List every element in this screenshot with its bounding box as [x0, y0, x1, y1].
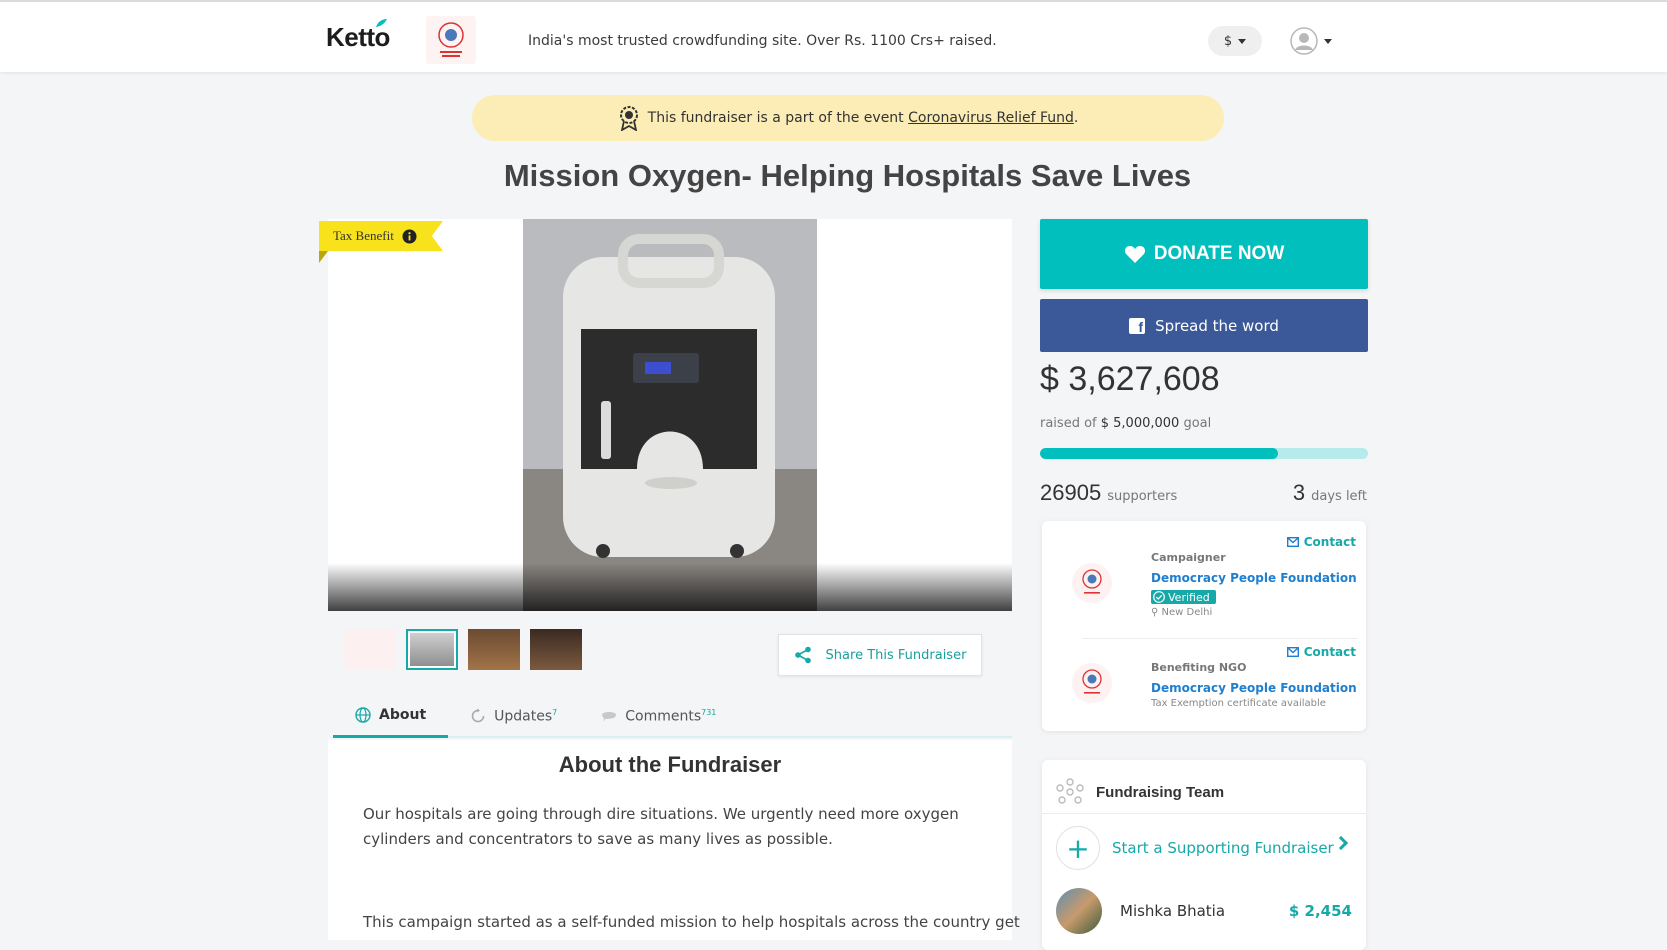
site-tagline: India's most trusted crowdfunding site. …: [528, 33, 997, 49]
about-heading: About the Fundraiser: [558, 752, 782, 777]
share-label: Share This Fundraiser: [825, 647, 967, 663]
campaigner-role: Campaigner: [1151, 551, 1226, 564]
tab-about[interactable]: About: [333, 694, 449, 738]
org-emblem-icon: [1082, 669, 1102, 694]
comment-icon: [602, 712, 617, 722]
user-avatar-icon: [1290, 27, 1318, 55]
mail-icon: [1286, 647, 1299, 657]
verified-badge: Verified: [1151, 590, 1216, 604]
spread-label: Spread the word: [1155, 316, 1279, 335]
media-viewer[interactable]: [328, 219, 1012, 611]
media-gradient: [328, 563, 1012, 611]
chevron-right-icon: [1333, 835, 1349, 851]
donate-label: DONATE NOW: [1153, 243, 1285, 264]
tax-benefit-label: Tax Benefit: [333, 228, 394, 243]
card-divider: [1082, 638, 1358, 639]
ngo-name[interactable]: Democracy People Foundation: [1151, 681, 1357, 695]
org-emblem-icon: [1082, 569, 1102, 594]
currency-selector[interactable]: $: [1208, 26, 1262, 56]
team-member-row[interactable]: Mishka Bhatia $ 2,454: [1056, 888, 1352, 934]
location-pin-icon: ⚲: [1151, 607, 1159, 618]
amount-raised: $ 3,627,608: [1040, 360, 1220, 398]
campaigner-card: Contact Campaigner Democracy People Foun…: [1042, 521, 1366, 731]
org-logo[interactable]: [426, 16, 476, 64]
tab-comments[interactable]: Comments731: [579, 694, 738, 738]
about-section: About the Fundraiser Our hospitals are g…: [328, 740, 1020, 940]
ngo-tax-note: Tax Exemption certificate available: [1151, 698, 1326, 709]
contact-ngo-link[interactable]: Contact: [1286, 645, 1356, 659]
facebook-icon: f: [1129, 317, 1146, 335]
ribbon-fold: [319, 251, 328, 263]
ngo-avatar: [1072, 663, 1112, 703]
event-link[interactable]: Coronavirus Relief Fund: [908, 110, 1074, 126]
member-name: Mishka Bhatia: [1120, 902, 1226, 920]
leaf-icon: [376, 19, 387, 27]
team-divider: [1042, 813, 1366, 814]
currency-value: $: [1223, 33, 1233, 49]
oxygen-concentrator-image: [523, 219, 817, 611]
mail-icon: [1286, 537, 1299, 547]
event-text: This fundraiser is a part of the event C…: [647, 110, 1079, 126]
org-emblem-icon: [438, 22, 464, 57]
award-badge-icon: [619, 106, 638, 131]
ngo-role: Benefiting NGO: [1151, 661, 1247, 674]
refresh-icon: [471, 708, 485, 723]
thumbnail-strip: [344, 629, 582, 670]
check-circle-icon: [1153, 591, 1165, 603]
caret-down-icon: [1324, 38, 1332, 44]
donate-now-button[interactable]: DONATE NOW: [1040, 219, 1368, 289]
goal-line: raised of $ 5,000,000 goal: [1040, 416, 1212, 431]
team-network-icon: [1056, 778, 1084, 804]
thumbnail-warehouse[interactable]: [530, 629, 582, 670]
event-banner: This fundraiser is a part of the event C…: [472, 95, 1224, 141]
spread-the-word-button[interactable]: f Spread the word: [1040, 299, 1368, 352]
site-header: Ketto India's most trusted crowdfunding …: [0, 2, 1667, 72]
contact-campaigner-link[interactable]: Contact: [1286, 535, 1356, 549]
globe-icon: [355, 706, 371, 723]
days-left: 3 days left: [1292, 480, 1367, 505]
fundraiser-photo: [523, 219, 817, 611]
supporters-count: 26905 supporters: [1040, 480, 1178, 505]
about-paragraph: This campaign started as a self-funded m…: [363, 913, 1020, 931]
about-paragraph: Our hospitals are going through dire sit…: [363, 805, 959, 848]
thumbnail-org-logo[interactable]: [344, 629, 396, 670]
thumbnail-boxes[interactable]: [468, 629, 520, 670]
start-label: Start a Supporting Fundraiser: [1112, 839, 1334, 857]
share-fundraiser-button[interactable]: Share This Fundraiser: [778, 634, 982, 676]
start-supporting-fundraiser-button[interactable]: + Start a Supporting Fundraiser: [1056, 826, 1352, 870]
team-heading: Fundraising Team: [1096, 783, 1225, 801]
plus-icon: +: [1056, 826, 1100, 870]
tab-updates[interactable]: Updates7: [448, 694, 579, 738]
user-menu[interactable]: [1290, 26, 1338, 56]
campaigner-location: ⚲ New Delhi: [1151, 607, 1213, 618]
share-icon: [794, 646, 811, 664]
fundraising-team-card: Fundraising Team + Start a Supporting Fu…: [1042, 760, 1366, 950]
tax-benefit-badge[interactable]: Tax Benefit: [319, 221, 443, 251]
page-title: Mission Oxygen- Helping Hospitals Save L…: [503, 158, 1192, 193]
content-tabs: About Updates7 Comments731: [333, 694, 1012, 738]
thumbnail-concentrator[interactable]: [406, 629, 458, 670]
member-amount: $ 2,454: [1288, 902, 1352, 920]
info-icon: [402, 229, 417, 243]
campaigner-avatar: [1072, 563, 1112, 603]
heart-icon: [1124, 246, 1145, 263]
funding-progress-bar: [1040, 448, 1368, 459]
campaigner-name[interactable]: Democracy People Foundation: [1151, 571, 1357, 585]
team-header: Fundraising Team: [1056, 778, 1224, 806]
caret-down-icon: [1238, 38, 1247, 44]
member-avatar: [1056, 888, 1102, 934]
progress-fill: [1040, 448, 1278, 459]
